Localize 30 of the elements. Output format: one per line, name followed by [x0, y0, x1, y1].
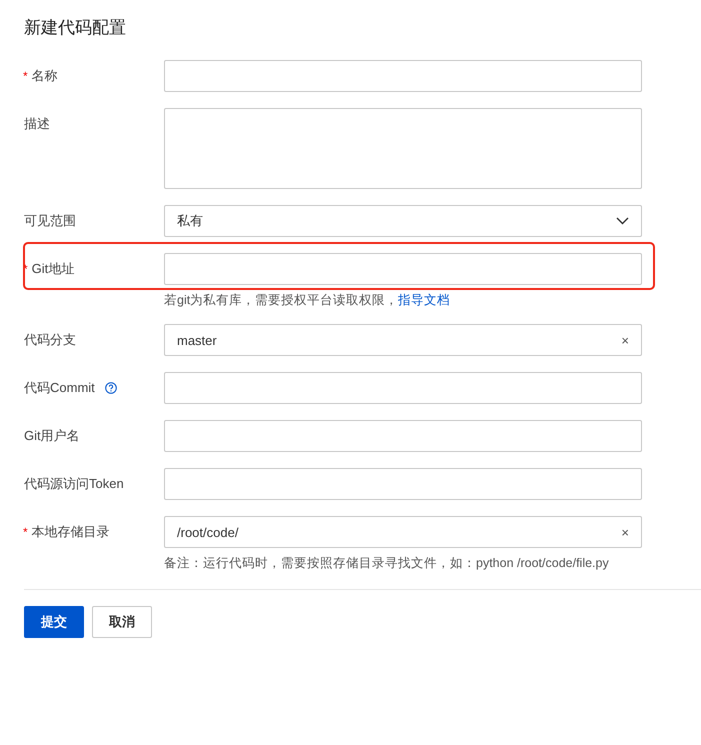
field-label: Git用户名 — [24, 427, 80, 445]
description-textarea[interactable] — [164, 108, 642, 189]
field-label: 代码源访问Token — [24, 475, 124, 493]
clear-button[interactable]: × — [621, 524, 629, 540]
field-label: 代码Commit — [24, 379, 95, 397]
input-field[interactable]: /root/code/ × — [164, 516, 642, 548]
hint-text: 若git为私有库，需要授权平台读取权限，指导文档 — [164, 292, 452, 308]
field-label: Git地址 — [32, 260, 74, 278]
input-field[interactable] — [164, 60, 642, 92]
cancel-button[interactable]: 取消 — [92, 606, 152, 638]
chevron-down-icon — [616, 217, 629, 225]
field-label: 名称 — [32, 67, 58, 85]
hint-text: 备注：运行代码时，需要按照存储目录寻找文件，如：python /root/code/file.py — [164, 555, 610, 571]
input-field[interactable] — [164, 372, 642, 404]
required-mark: * — [23, 525, 28, 539]
select-field[interactable]: 私有 — [164, 205, 642, 237]
input-field[interactable] — [164, 468, 642, 500]
guide-link[interactable]: 指导文档 — [398, 293, 450, 307]
field-label: 可见范围 — [24, 212, 76, 230]
submit-button[interactable]: 提交 — [24, 606, 84, 638]
input-field[interactable] — [164, 420, 642, 452]
help-icon[interactable] — [104, 382, 117, 394]
clear-button[interactable]: × — [621, 332, 629, 348]
field-label: 本地存储目录 — [32, 523, 110, 541]
field-label: 描述 — [24, 115, 50, 133]
page-title: 新建代码配置 — [24, 17, 127, 39]
required-mark: * — [23, 69, 28, 83]
input-field[interactable] — [164, 253, 642, 285]
field-label: 代码分支 — [24, 331, 76, 349]
input-field[interactable]: master × — [164, 324, 642, 356]
